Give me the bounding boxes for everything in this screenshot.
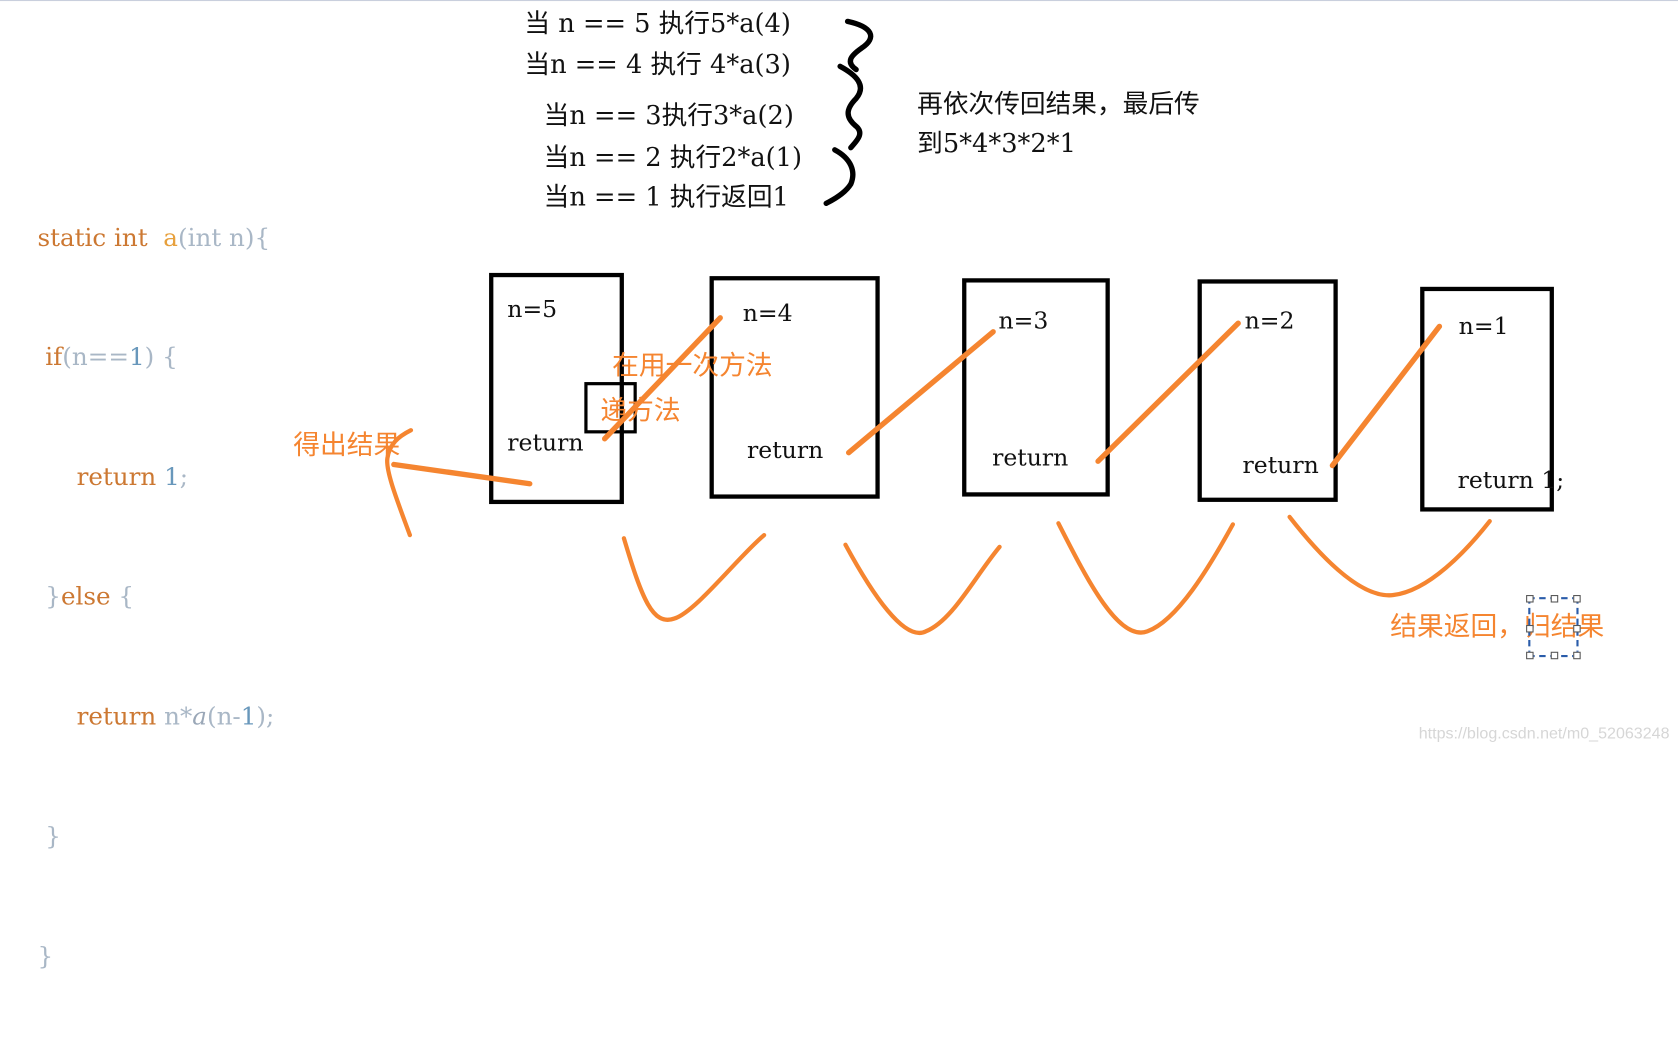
call-line-5-4 — [601, 315, 723, 442]
call-line-4-3 — [845, 329, 996, 456]
result-hook — [385, 428, 414, 538]
return-curve-4 — [1287, 514, 1492, 598]
black-brace-2 — [837, 63, 864, 151]
strokes-layer — [385, 18, 1492, 636]
black-brace-3 — [823, 147, 856, 207]
call-line-3-2 — [1095, 320, 1241, 464]
return-curve-2 — [843, 542, 1002, 636]
call-line-2-1 — [1329, 323, 1443, 469]
return-curve-3 — [1056, 521, 1236, 635]
diagram-canvas: 当 n == 5 执行5*a(4) 当n == 4 执行 4*a(3) 当n =… — [0, 0, 1678, 971]
watermark: https://blog.csdn.net/m0_52063248 — [1418, 724, 1670, 743]
code-line-6: } — [45, 823, 61, 851]
code-line-7: } — [37, 942, 54, 971]
result-line — [391, 461, 533, 487]
return-curve-1 — [621, 532, 767, 622]
black-brace-1 — [844, 18, 874, 73]
